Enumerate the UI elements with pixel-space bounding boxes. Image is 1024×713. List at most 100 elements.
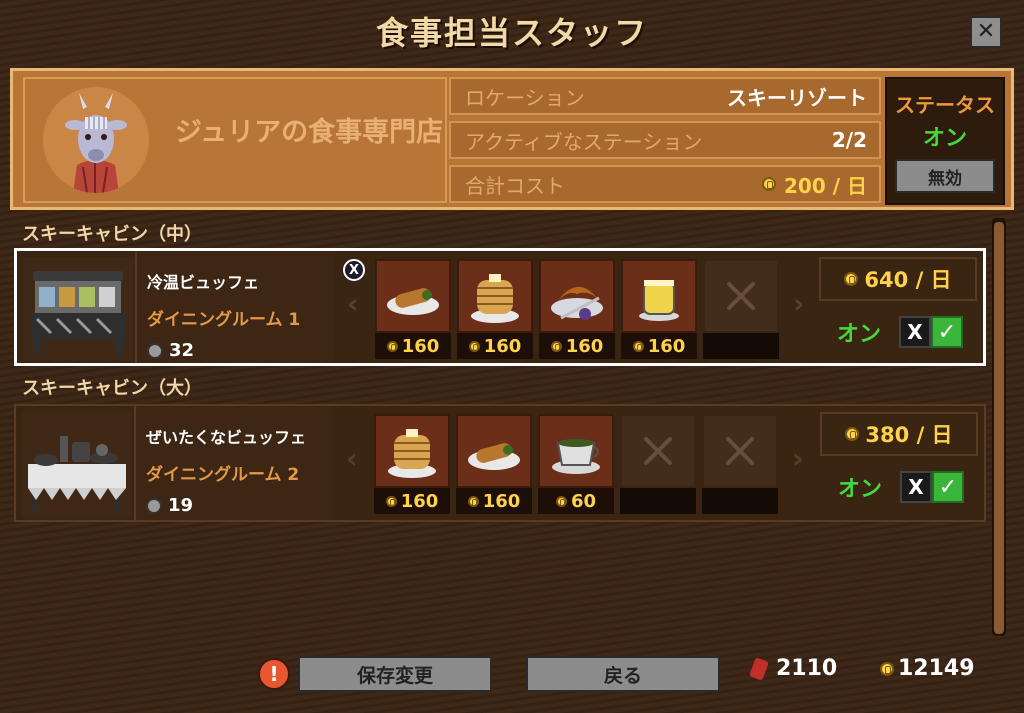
warning-icon[interactable]: ! xyxy=(258,658,290,690)
guest-icon xyxy=(147,342,163,359)
shop-name: ジュリアの食事専門店 xyxy=(175,117,444,148)
title-bar: 食事担当スタッフ ✕ xyxy=(0,0,1024,62)
toggle-off-button[interactable]: X xyxy=(900,471,932,503)
station-cost: 380 / 日 xyxy=(820,412,978,456)
status-label: ステータス xyxy=(895,93,995,117)
fork-knife-icon xyxy=(620,414,696,488)
station-room: ダイニングルーム 2 xyxy=(146,465,300,485)
active-stations-label: アクティブなステーション xyxy=(465,129,703,154)
station-card[interactable]: 冷温ビュッフェ ダイニングルーム 1 32 X ‹ 160 160 160 16… xyxy=(14,248,986,366)
station-card[interactable]: ぜいたくなビュッフェ ダイニングルーム 2 19 ‹ 160 160 60 › … xyxy=(14,404,986,522)
food-slot[interactable]: 160 xyxy=(539,259,615,359)
total-cost-value: 200 / 日 xyxy=(762,170,867,199)
food-slot[interactable]: 160 xyxy=(374,414,450,514)
croissant-plate-icon xyxy=(539,259,615,333)
toggle-on-button[interactable]: ✓ xyxy=(932,471,964,503)
toggle-off-button[interactable]: X xyxy=(899,316,931,348)
section-title: スキーキャビン（中） xyxy=(22,224,202,245)
close-button[interactable]: ✕ xyxy=(970,16,1002,48)
active-stations-value: 2/2 xyxy=(831,128,867,152)
slots-prev-icon[interactable]: ‹ xyxy=(346,442,358,475)
window-title: 食事担当スタッフ xyxy=(375,14,648,52)
coin-icon xyxy=(467,495,479,507)
tickets-display: 2110 xyxy=(749,656,838,681)
fork-knife-icon xyxy=(703,259,779,333)
coin-icon xyxy=(468,340,480,352)
slot-price: 160 xyxy=(539,333,615,359)
shop-info: ロケーション スキーリゾート アクティブなステーション 2/2 合計コスト 20… xyxy=(449,77,881,203)
price-value: 160 xyxy=(483,335,522,357)
price-value: 160 xyxy=(647,335,686,357)
slot-price: 160 xyxy=(457,333,533,359)
station-name: ぜいたくなビュッフェ xyxy=(146,428,307,447)
food-slot[interactable]: 160 xyxy=(621,259,697,359)
coin-icon xyxy=(385,495,397,507)
total-cost-amount: 200 / 日 xyxy=(784,173,867,198)
station-toggle[interactable]: X ✓ xyxy=(899,316,963,348)
station-capacity: 32 xyxy=(147,340,333,361)
capacity-value: 32 xyxy=(169,340,195,361)
station-capacity: 19 xyxy=(146,495,332,516)
slot-price: 160 xyxy=(374,488,450,514)
station-controls: 380 / 日 オン X ✓ xyxy=(820,412,978,512)
guest-icon xyxy=(146,497,162,514)
empty-price xyxy=(703,333,779,359)
station-toggle-row: オン X ✓ xyxy=(819,307,977,357)
footer-bar: ! 保存変更 戻る 2110 12149 xyxy=(0,640,1024,713)
food-slot[interactable]: 160 xyxy=(375,259,451,359)
price-value: 160 xyxy=(482,490,521,512)
location-label: ロケーション xyxy=(465,85,585,110)
shop-header: ジュリアの食事専門店 ロケーション スキーリゾート アクティブなステーション 2… xyxy=(10,68,1014,210)
empty-food-slot[interactable] xyxy=(703,259,779,359)
staff-card: ジュリアの食事専門店 xyxy=(23,77,447,203)
scrollbar-thumb[interactable] xyxy=(994,222,1004,634)
coin-icon xyxy=(550,340,562,352)
station-toggle[interactable]: X ✓ xyxy=(900,471,964,503)
disable-button[interactable]: 無効 xyxy=(895,159,995,193)
tickets-value: 2110 xyxy=(776,656,838,681)
price-value: 160 xyxy=(565,335,604,357)
burrito-plate-icon xyxy=(456,414,532,488)
empty-price xyxy=(702,488,778,514)
station-cost: 640 / 日 xyxy=(819,257,977,301)
status-value: オン xyxy=(922,126,967,151)
slot-price: 160 xyxy=(621,333,697,359)
back-button[interactable]: 戻る xyxy=(526,656,720,692)
station-cost-value: 380 / 日 xyxy=(865,423,953,447)
empty-price xyxy=(620,488,696,514)
empty-food-slot[interactable] xyxy=(702,414,778,514)
coin-icon xyxy=(555,495,567,507)
food-slot[interactable]: 60 xyxy=(538,414,614,514)
status-panel: ステータス オン 無効 xyxy=(885,77,1005,205)
station-name: 冷温ビュッフェ xyxy=(147,273,260,292)
price-value: 160 xyxy=(401,335,440,357)
fork-knife-icon xyxy=(702,414,778,488)
coin-icon xyxy=(845,427,860,441)
food-slot[interactable]: 160 xyxy=(457,259,533,359)
coin-icon xyxy=(386,340,398,352)
slots-prev-icon[interactable]: ‹ xyxy=(347,287,359,320)
toggle-on-button[interactable]: ✓ xyxy=(931,316,963,348)
capacity-value: 19 xyxy=(168,495,194,516)
buffet-thumbnail xyxy=(23,257,133,361)
burrito-plate-icon xyxy=(375,259,451,333)
save-changes-button[interactable]: 保存変更 xyxy=(298,656,492,692)
ticket-icon xyxy=(749,656,769,681)
toggle-label: オン xyxy=(838,477,883,502)
remove-station-button[interactable]: X xyxy=(343,259,365,281)
slots-next-icon[interactable]: › xyxy=(792,442,804,475)
slot-price: 160 xyxy=(375,333,451,359)
slots-next-icon[interactable]: › xyxy=(793,287,805,320)
location-value: スキーリゾート xyxy=(727,85,867,110)
toggle-label: オン xyxy=(837,322,882,347)
food-slots: 160 160 160 160 xyxy=(375,259,779,359)
total-cost-row: 合計コスト 200 / 日 xyxy=(449,165,881,203)
slot-price: 60 xyxy=(538,488,614,514)
food-slot[interactable]: 160 xyxy=(456,414,532,514)
pudding-cup-icon xyxy=(621,259,697,333)
active-stations-row: アクティブなステーション 2/2 xyxy=(449,121,881,159)
empty-food-slot[interactable] xyxy=(620,414,696,514)
location-row: ロケーション スキーリゾート xyxy=(449,77,881,115)
soup-cup-icon xyxy=(538,414,614,488)
station-info: 冷温ビュッフェ ダイニングルーム 1 32 xyxy=(135,251,333,363)
